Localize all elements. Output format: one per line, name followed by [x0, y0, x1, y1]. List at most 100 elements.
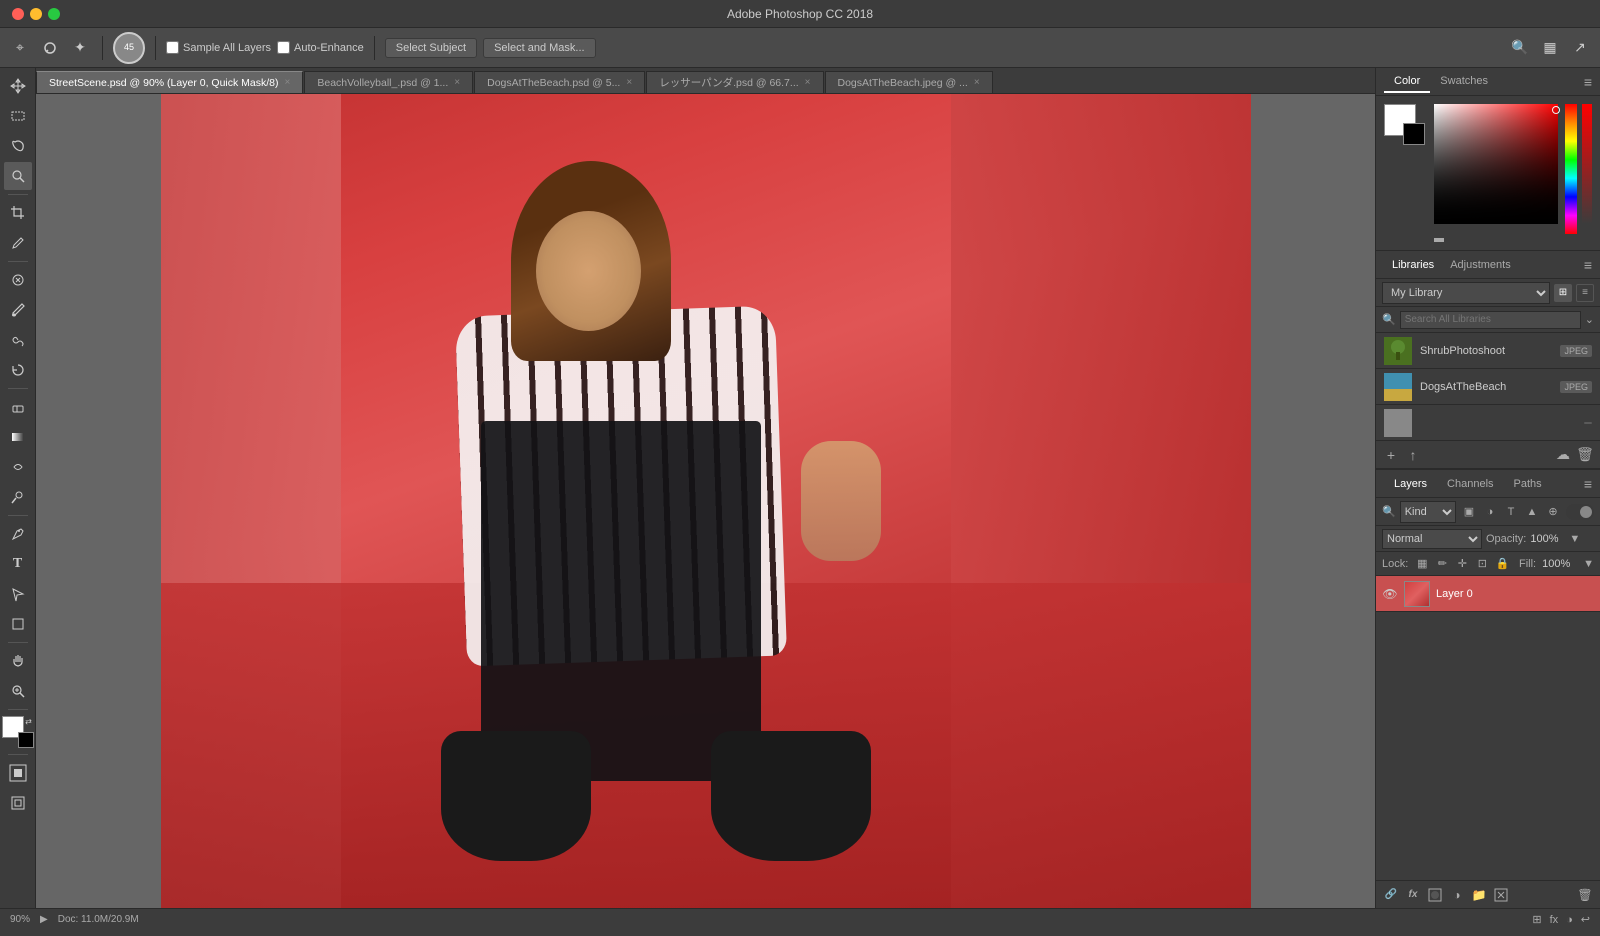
select-and-mask-button[interactable]: Select and Mask...	[483, 38, 596, 58]
history-brush-tool[interactable]	[4, 356, 32, 384]
screen-mode-tool[interactable]	[4, 789, 32, 817]
opacity-value[interactable]: 100%	[1530, 533, 1565, 545]
dodge-tool[interactable]	[4, 483, 32, 511]
sample-all-layers-input[interactable]	[166, 41, 179, 54]
tab-0[interactable]: StreetScene.psd @ 90% (Layer 0, Quick Ma…	[36, 71, 303, 93]
delete-library-item-btn[interactable]: 🗑	[1576, 446, 1594, 464]
lasso-tool[interactable]	[4, 132, 32, 160]
blend-mode-select[interactable]: Normal	[1382, 529, 1482, 549]
library-selector[interactable]: My Library	[1382, 282, 1550, 304]
libraries-panel-menu-icon[interactable]: ≡	[1584, 257, 1592, 273]
brush-tool[interactable]	[4, 296, 32, 324]
layer-link-btn[interactable]: 🔗	[1382, 886, 1400, 904]
auto-enhance-checkbox[interactable]: Auto-Enhance	[277, 41, 364, 54]
channels-tab[interactable]: Channels	[1437, 474, 1503, 494]
fill-arrow[interactable]: ▼	[1583, 558, 1594, 570]
filter-type-icon[interactable]: T	[1502, 503, 1520, 521]
minimize-button[interactable]	[30, 8, 42, 20]
quick-select-tool[interactable]	[4, 162, 32, 190]
layer-new-btn[interactable]	[1492, 886, 1510, 904]
swap-colors-icon[interactable]: ⇄	[24, 716, 34, 726]
tab-2[interactable]: DogsAtTheBeach.psd @ 5... ×	[474, 71, 645, 93]
quick-selection-icon[interactable]	[38, 36, 62, 60]
move-tool[interactable]	[4, 72, 32, 100]
path-selection-tool[interactable]	[4, 580, 32, 608]
gradient-tool[interactable]	[4, 423, 32, 451]
eyedropper-tool[interactable]	[4, 229, 32, 257]
brush-preview[interactable]: 45	[113, 32, 145, 64]
grid-view-btn[interactable]: ⊞	[1554, 284, 1572, 302]
lock-image-icon[interactable]: ✏	[1434, 556, 1450, 572]
tab-2-close[interactable]: ×	[626, 77, 632, 88]
pen-tool[interactable]	[4, 520, 32, 548]
zoom-tool[interactable]	[4, 677, 32, 705]
hand-tool[interactable]	[4, 647, 32, 675]
lock-position-icon[interactable]: ✛	[1454, 556, 1470, 572]
maximize-button[interactable]	[48, 8, 60, 20]
color-selector[interactable]: ⇄	[2, 716, 34, 748]
sort-icon[interactable]: ⌄	[1585, 313, 1594, 326]
layer-0-thumbnail[interactable]	[1404, 581, 1430, 607]
arrange-docs-icon[interactable]: ⊞	[1532, 913, 1541, 926]
status-arrow[interactable]: ▶	[40, 914, 48, 925]
color-panel-menu-icon[interactable]: ≡	[1584, 74, 1592, 90]
paths-tab[interactable]: Paths	[1504, 474, 1552, 494]
lasso-tool-icon[interactable]: ⌖	[8, 36, 32, 60]
auto-enhance-input[interactable]	[277, 41, 290, 54]
layer-item-0[interactable]: 👁 Layer 0	[1376, 576, 1600, 612]
library-item-0[interactable]: ShrubPhotoshoot JPEG	[1376, 333, 1600, 369]
layer-kind-select[interactable]: Kind	[1400, 501, 1456, 523]
hue-slider[interactable]	[1565, 104, 1577, 234]
marquee-tool[interactable]	[4, 102, 32, 130]
alpha-slider[interactable]	[1582, 104, 1592, 224]
color-tab[interactable]: Color	[1384, 71, 1430, 93]
gradient-handle[interactable]	[1552, 106, 1560, 114]
library-item-1[interactable]: DogsAtTheBeach JPEG	[1376, 369, 1600, 405]
background-swatch[interactable]	[1403, 123, 1425, 145]
layer-filter-toggle[interactable]	[1566, 504, 1594, 520]
lock-all-icon[interactable]: 🔒	[1494, 556, 1510, 572]
filter-smart-icon[interactable]: ⊕	[1544, 503, 1562, 521]
upload-library-btn[interactable]: ↑	[1404, 446, 1422, 464]
layer-adjustment-btn[interactable]: ◑	[1448, 886, 1466, 904]
list-view-btn[interactable]: ≡	[1576, 284, 1594, 302]
tab-4[interactable]: DogsAtTheBeach.jpeg @ ... ×	[825, 71, 993, 93]
filter-adj-icon[interactable]: ◑	[1481, 503, 1499, 521]
workspace-icon[interactable]: ▦	[1538, 36, 1562, 60]
search-icon[interactable]: 🔍	[1508, 36, 1532, 60]
crop-tool[interactable]	[4, 199, 32, 227]
tab-4-close[interactable]: ×	[974, 77, 980, 88]
cloud-sync-icon[interactable]: ☁	[1554, 446, 1572, 464]
eraser-tool[interactable]	[4, 393, 32, 421]
lock-artboard-icon[interactable]: ⊡	[1474, 556, 1490, 572]
foreground-swatch[interactable]	[1384, 104, 1416, 136]
opacity-arrow[interactable]: ▼	[1569, 533, 1580, 545]
tab-3[interactable]: レッサーパンダ.psd @ 66.7... ×	[646, 71, 823, 93]
filter-pixel-icon[interactable]: ▣	[1460, 503, 1478, 521]
type-tool[interactable]: T	[4, 550, 32, 578]
canvas-content[interactable]	[161, 94, 1251, 908]
library-item-2[interactable]	[1376, 405, 1600, 441]
share-icon[interactable]: ↗	[1568, 36, 1592, 60]
layer-0-visibility-icon[interactable]: 👁	[1382, 586, 1398, 602]
background-color-swatch[interactable]	[18, 732, 34, 748]
libraries-tab[interactable]: Libraries	[1384, 255, 1442, 275]
quick-mask-tool[interactable]	[4, 759, 32, 787]
layer-fx-btn[interactable]: fx	[1404, 886, 1422, 904]
layer-comp-icon[interactable]: ◑	[1566, 914, 1573, 926]
layers-tab[interactable]: Layers	[1384, 474, 1437, 494]
add-library-item-btn[interactable]: +	[1382, 446, 1400, 464]
libraries-search-input[interactable]	[1400, 311, 1581, 329]
layer-group-btn[interactable]: 📁	[1470, 886, 1488, 904]
layer-mask-btn[interactable]	[1426, 886, 1444, 904]
tab-1[interactable]: BeachVolleyball_.psd @ 1... ×	[304, 71, 473, 93]
fx-status-icon[interactable]: fx	[1550, 914, 1559, 926]
sample-all-layers-checkbox[interactable]: Sample All Layers	[166, 41, 271, 54]
history-state-icon[interactable]: ↩	[1581, 913, 1590, 926]
blur-tool[interactable]	[4, 453, 32, 481]
fill-value[interactable]: 100%	[1542, 558, 1577, 570]
layer-0-name[interactable]: Layer 0	[1436, 588, 1594, 600]
shape-tool[interactable]	[4, 610, 32, 638]
color-gradient-picker[interactable]	[1434, 104, 1558, 224]
heal-tool[interactable]	[4, 266, 32, 294]
